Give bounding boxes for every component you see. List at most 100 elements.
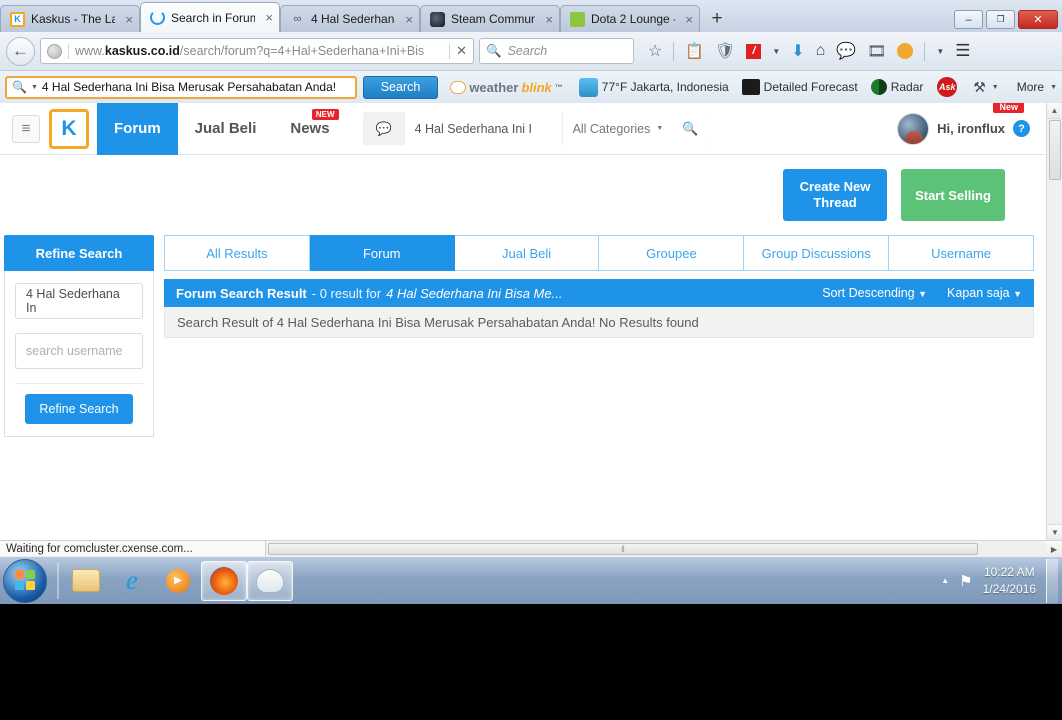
help-icon[interactable]: ? xyxy=(1013,120,1030,137)
category-dropdown[interactable]: All Categories ▼ xyxy=(562,112,674,145)
chevron-down-icon[interactable]: ▼ xyxy=(31,84,38,91)
time-label: Kapan saja xyxy=(947,286,1010,300)
user-area[interactable]: New Hi, ironflux ? xyxy=(897,103,1046,145)
scroll-right-icon[interactable]: ▶ xyxy=(1046,541,1062,557)
sort-dropdown[interactable]: Sort Descending ▼ xyxy=(822,286,927,300)
browser-tab-3[interactable]: Steam Community... × xyxy=(420,5,560,32)
detailed-forecast-link[interactable]: Detailed Forecast xyxy=(741,79,858,95)
reading-list-icon[interactable]: 📋 xyxy=(685,42,704,60)
tab-label: Search in Forum | ... xyxy=(171,10,256,25)
chat-bubble-icon[interactable]: 💬 xyxy=(363,112,405,145)
nav-item-forum[interactable]: Forum xyxy=(97,103,178,155)
scroll-up-icon[interactable]: ▲ xyxy=(1047,103,1062,119)
close-window-button[interactable]: ✕ xyxy=(1018,10,1058,29)
close-icon[interactable]: × xyxy=(261,11,273,24)
result-header-bar: Forum Search Result - 0 result for 4 Hal… xyxy=(164,279,1034,307)
minimize-button[interactable]: – xyxy=(954,10,983,29)
video-downloader-icon[interactable]: 🎞 xyxy=(867,42,886,60)
tab-username[interactable]: Username xyxy=(889,235,1034,271)
start-button[interactable] xyxy=(3,558,47,603)
action-center-flag-icon[interactable]: ⚑ xyxy=(959,572,972,590)
nav-item-news[interactable]: NEW News xyxy=(273,103,346,155)
site-menu-icon[interactable]: ≡ xyxy=(12,114,40,143)
taskbar-divider xyxy=(57,562,59,599)
result-query: 4 Hal Sederhana Ini Bisa Me... xyxy=(386,285,563,301)
page-scrollbar-vertical[interactable]: ▲ ▼ xyxy=(1046,103,1062,540)
start-selling-button[interactable]: Start Selling xyxy=(901,169,1005,221)
refine-username-input[interactable]: search username xyxy=(15,333,143,369)
show-desktop-button[interactable] xyxy=(1046,558,1058,603)
kaskus-logo[interactable]: K xyxy=(49,108,89,149)
weather-cloud-icon xyxy=(578,77,598,97)
radar-label: Radar xyxy=(890,80,924,94)
site-search-input[interactable]: 4 Hal Sederhana Ini I xyxy=(404,112,563,145)
clock[interactable]: 10:22 AM 1/24/2016 xyxy=(983,564,1036,596)
tray-expand-icon[interactable]: ▲ xyxy=(941,576,949,585)
create-new-thread-button[interactable]: Create New Thread xyxy=(783,169,887,221)
taskbar-internet-explorer[interactable]: e xyxy=(109,561,155,601)
result-tabs: All Results Forum Jual Beli Groupee Grou… xyxy=(164,235,1034,271)
emoji-icon[interactable] xyxy=(897,43,914,59)
taskbar-media-player[interactable]: ▶ xyxy=(155,561,201,601)
menu-icon[interactable]: ☰ xyxy=(955,41,970,61)
avatar[interactable] xyxy=(897,112,930,145)
close-icon[interactable]: ✕ xyxy=(456,43,467,59)
taskbar-firefox[interactable] xyxy=(201,560,247,601)
dota2-icon xyxy=(570,11,585,27)
close-icon[interactable]: × xyxy=(541,13,553,26)
close-icon[interactable]: × xyxy=(401,13,413,26)
scrollbar-thumb[interactable] xyxy=(1049,120,1061,180)
status-row: Waiting for comcluster.cxense.com... ‖ ▶ xyxy=(0,540,1062,557)
chevron-down-icon[interactable]: ▼ xyxy=(1050,84,1057,91)
chevron-down-icon[interactable]: ▼ xyxy=(992,84,999,91)
overflow-caret-icon[interactable]: ▼ xyxy=(936,47,944,56)
result-title: Forum Search Result xyxy=(176,285,307,301)
weatherblink-search-button[interactable]: Search xyxy=(362,75,439,99)
tab-group-discussions[interactable]: Group Discussions xyxy=(744,235,890,271)
ask-icon[interactable]: Ask xyxy=(937,77,958,97)
refine-search-panel: Refine Search 4 Hal Sederhana In search … xyxy=(4,235,154,437)
result-count: - 0 result for xyxy=(311,285,382,301)
search-icon[interactable]: 🔍 xyxy=(673,112,708,145)
refine-search-button[interactable]: Refine Search xyxy=(25,394,133,424)
taskbar-windows-explorer[interactable] xyxy=(63,561,109,601)
url-bar[interactable]: www.kaskus.co.id/search/forum?q=4+Hal+Se… xyxy=(40,38,474,64)
scrollbar-thumb-horizontal[interactable]: ‖ xyxy=(268,543,978,555)
shield-icon[interactable]: 🛡 xyxy=(715,41,735,61)
bookmark-star-icon[interactable]: ☆ xyxy=(648,41,662,61)
downloads-icon[interactable]: ⬇ xyxy=(791,41,804,61)
refine-keyword-input[interactable]: 4 Hal Sederhana In xyxy=(15,283,143,319)
browser-search-input[interactable]: 🔍 Search xyxy=(479,38,634,64)
url-path: /search/forum?q=4+Hal+Sederhana+Ini+Bis xyxy=(179,44,425,58)
scroll-down-icon[interactable]: ▼ xyxy=(1047,524,1062,540)
chevron-down-icon[interactable]: ▼ xyxy=(772,47,780,56)
tools-icon[interactable]: ⚒ xyxy=(973,79,986,96)
close-icon[interactable]: × xyxy=(121,13,133,26)
tab-groupee[interactable]: Groupee xyxy=(599,235,745,271)
detailed-forecast-label: Detailed Forecast xyxy=(763,80,858,94)
page-scrollbar-horizontal[interactable]: ‖ ▶ xyxy=(266,540,1062,557)
browser-tab-0[interactable]: K Kaskus - The Large... × xyxy=(0,5,140,32)
weather-temperature[interactable]: 77°F Jakarta, Indonesia xyxy=(578,77,729,97)
new-tab-button[interactable]: + xyxy=(704,6,730,31)
browser-tab-1[interactable]: Search in Forum | ... × xyxy=(140,2,280,32)
home-icon[interactable]: ⌂ xyxy=(816,42,826,60)
tab-all-results[interactable]: All Results xyxy=(164,235,310,271)
radar-link[interactable]: Radar xyxy=(870,79,924,95)
toolbar-divider-2 xyxy=(924,41,926,61)
taskbar-paint[interactable] xyxy=(247,560,293,601)
weatherblink-search-input[interactable]: 🔍 ▼ 4 Hal Sederhana Ini Bisa Merusak Per… xyxy=(5,75,357,99)
temperature-text: 77°F Jakarta, Indonesia xyxy=(601,80,729,94)
chat-icon[interactable]: 💬 xyxy=(836,41,856,61)
browser-tab-4[interactable]: Dota 2 Lounge - Se... × xyxy=(560,5,700,32)
back-button[interactable]: ← xyxy=(6,36,35,66)
maximize-button[interactable]: ❐ xyxy=(986,10,1015,29)
browser-tab-2[interactable]: ∞ 4 Hal Sederhana In... × xyxy=(280,5,420,32)
tab-forum[interactable]: Forum xyxy=(309,235,455,271)
nav-item-jual-beli[interactable]: Jual Beli xyxy=(178,103,274,155)
tab-jual-beli[interactable]: Jual Beli xyxy=(454,235,600,271)
flash-block-icon[interactable]: / xyxy=(746,43,762,59)
close-icon[interactable]: × xyxy=(681,13,693,26)
time-dropdown[interactable]: Kapan saja ▼ xyxy=(947,286,1022,300)
more-menu[interactable]: More xyxy=(1017,80,1044,94)
